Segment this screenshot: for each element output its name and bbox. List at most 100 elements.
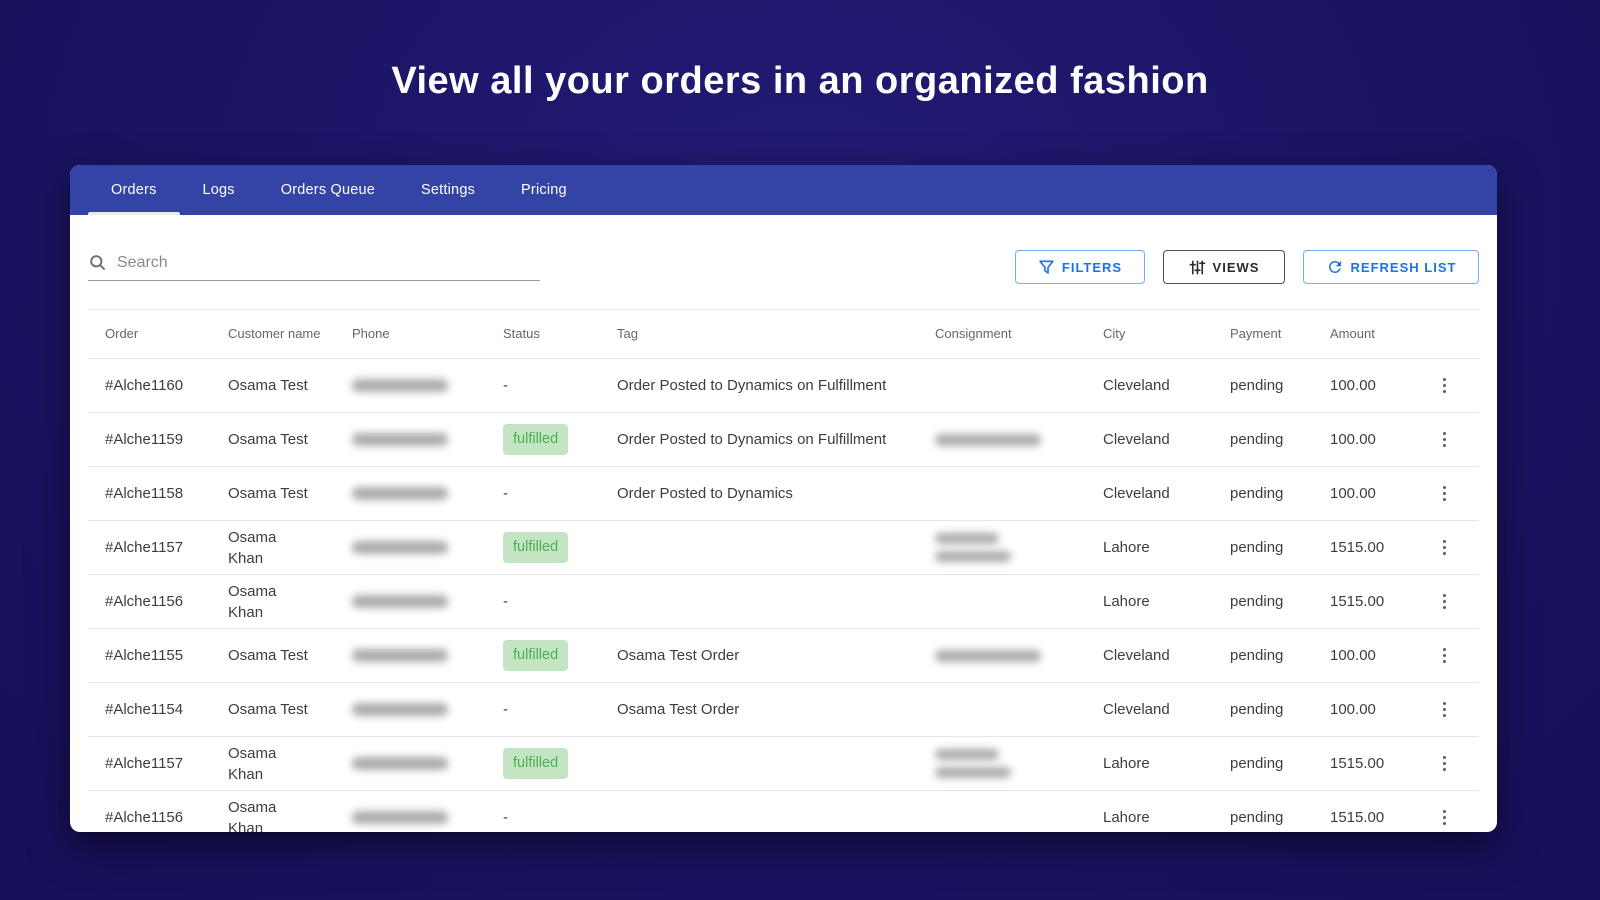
filters-button-label: FILTERS — [1061, 259, 1123, 275]
row-menu-button[interactable] — [1425, 480, 1464, 508]
cell-payment: pending — [1230, 809, 1284, 826]
redacted-consignment — [935, 649, 1041, 662]
customer-name-text: Osama Khan — [228, 582, 277, 621]
row-menu-button[interactable] — [1425, 804, 1464, 832]
cell-status: - — [503, 701, 508, 718]
cell-customer-name: Osama Test — [228, 647, 308, 664]
tab-settings[interactable]: Settings — [398, 165, 498, 215]
row-menu-button[interactable] — [1425, 696, 1464, 724]
tab-bar: Orders Logs Orders Queue Settings Pricing — [70, 165, 1497, 215]
cell-status: fulfilled — [503, 424, 617, 455]
table-header-row: Order Customer name Phone Status Tag Consignm… — [88, 309, 1479, 359]
search-input[interactable] — [117, 253, 540, 272]
refresh-list-button[interactable]: REFRESH LIST — [1303, 250, 1479, 284]
cell-consignment — [935, 749, 1103, 778]
column-header-tag: Tag — [617, 326, 638, 342]
column-header-status: Status — [503, 326, 540, 342]
orders-app-card: OrdersLogsOrders QueueSettingsPricing FI… — [70, 165, 1497, 832]
cell-amount: 100.00 — [1330, 701, 1376, 718]
cell-payment: pending — [1230, 431, 1284, 448]
search-icon — [90, 255, 106, 271]
views-button[interactable]: VIEWS — [1163, 250, 1285, 284]
cell-order: #Alche1156 — [105, 593, 184, 610]
column-header-customer-name: Customer name — [228, 326, 321, 342]
cell-tag: Order Posted to Dynamics on Fulfillment — [617, 431, 887, 448]
redacted-phone — [352, 487, 448, 500]
cell-tag: Osama Test Order — [617, 701, 740, 718]
redacted-consignment — [935, 533, 999, 544]
cell-customer-name: Osama Khan — [228, 527, 352, 569]
redacted-consignment — [935, 749, 999, 760]
cell-city: Lahore — [1103, 755, 1150, 772]
cell-consignment — [935, 533, 1103, 562]
search-field[interactable] — [88, 253, 540, 281]
tab-orders-queue[interactable]: Orders Queue — [258, 165, 398, 215]
redacted-consignment — [935, 767, 1011, 778]
cell-status: fulfilled — [503, 748, 617, 779]
column-header-amount: Amount — [1330, 326, 1375, 342]
cell-consignment — [935, 649, 1103, 662]
cell-phone — [352, 703, 503, 716]
orders-table: Order Customer name Phone Status Tag Consignm… — [88, 309, 1479, 832]
cell-status: - — [503, 377, 508, 394]
table-row: #Alche1154 Osama Test - Osama Test Order Cle… — [88, 683, 1479, 737]
cell-phone — [352, 649, 503, 662]
cell-phone — [352, 757, 503, 770]
table-body: #Alche1160 Osama Test - Order Posted to Dyn… — [88, 359, 1479, 832]
cell-phone — [352, 811, 503, 824]
cell-status: - — [503, 593, 508, 610]
tab-logs[interactable]: Logs — [180, 165, 258, 215]
filters-button[interactable]: FILTERS — [1015, 250, 1145, 284]
cell-phone — [352, 541, 503, 554]
status-badge: fulfilled — [503, 424, 569, 455]
redacted-phone — [352, 595, 448, 608]
customer-name-text: Osama Khan — [228, 744, 277, 783]
column-header-phone: Phone — [352, 326, 390, 342]
cell-city: Lahore — [1103, 809, 1150, 826]
refresh-icon — [1328, 261, 1341, 273]
refresh-button-label: REFRESH LIST — [1350, 259, 1457, 275]
redacted-consignment — [935, 433, 1041, 446]
column-header-order: Order — [105, 326, 139, 342]
status-badge: fulfilled — [503, 748, 569, 779]
redacted-phone — [352, 379, 448, 392]
cell-payment: pending — [1230, 647, 1284, 664]
table-row: #Alche1160 Osama Test - Order Posted to Dyn… — [88, 359, 1479, 413]
cell-actions — [1425, 372, 1478, 400]
redacted-consignment — [935, 551, 1011, 562]
cell-customer-name: Osama Khan — [228, 581, 352, 623]
cell-payment: pending — [1230, 701, 1284, 718]
page-title: View all your orders in an organized fas… — [391, 60, 1209, 102]
views-button-label: VIEWS — [1212, 259, 1260, 275]
customer-name-text: Osama Khan — [228, 798, 277, 833]
row-menu-button[interactable] — [1425, 750, 1464, 778]
cell-status: fulfilled — [503, 532, 617, 563]
row-menu-button[interactable] — [1425, 642, 1464, 670]
cell-consignment — [935, 433, 1103, 446]
redacted-phone — [352, 649, 448, 662]
row-menu-button[interactable] — [1425, 426, 1464, 454]
table-row: #Alche1157 Osama Khan fulfilled Lahore pendi… — [88, 737, 1479, 791]
cell-city: Cleveland — [1103, 431, 1170, 448]
cell-customer-name: Osama Test — [228, 485, 308, 502]
cell-actions — [1425, 480, 1478, 508]
row-menu-button[interactable] — [1425, 372, 1464, 400]
cell-actions — [1425, 696, 1478, 724]
cell-amount: 1515.00 — [1330, 593, 1385, 610]
status-badge: fulfilled — [503, 640, 569, 671]
cell-order: #Alche1154 — [105, 701, 184, 718]
row-menu-button[interactable] — [1425, 534, 1464, 562]
redacted-phone — [352, 433, 448, 446]
cell-payment: pending — [1230, 377, 1284, 394]
tab-pricing[interactable]: Pricing — [498, 165, 590, 215]
cell-payment: pending — [1230, 485, 1284, 502]
cell-payment: pending — [1230, 755, 1284, 772]
tab-orders[interactable]: Orders — [88, 165, 180, 215]
redacted-phone — [352, 703, 448, 716]
cell-city: Lahore — [1103, 539, 1150, 556]
table-row: #Alche1155 Osama Test fulfilled Osama Test … — [88, 629, 1479, 683]
row-menu-button[interactable] — [1425, 588, 1464, 616]
toolbar-buttons: FILTERS VIEWS REFRESH LIST — [1015, 250, 1479, 284]
table-row: #Alche1157 Osama Khan fulfilled Lahore pendi… — [88, 521, 1479, 575]
table-row: #Alche1159 Osama Test fulfilled Order Poste… — [88, 413, 1479, 467]
